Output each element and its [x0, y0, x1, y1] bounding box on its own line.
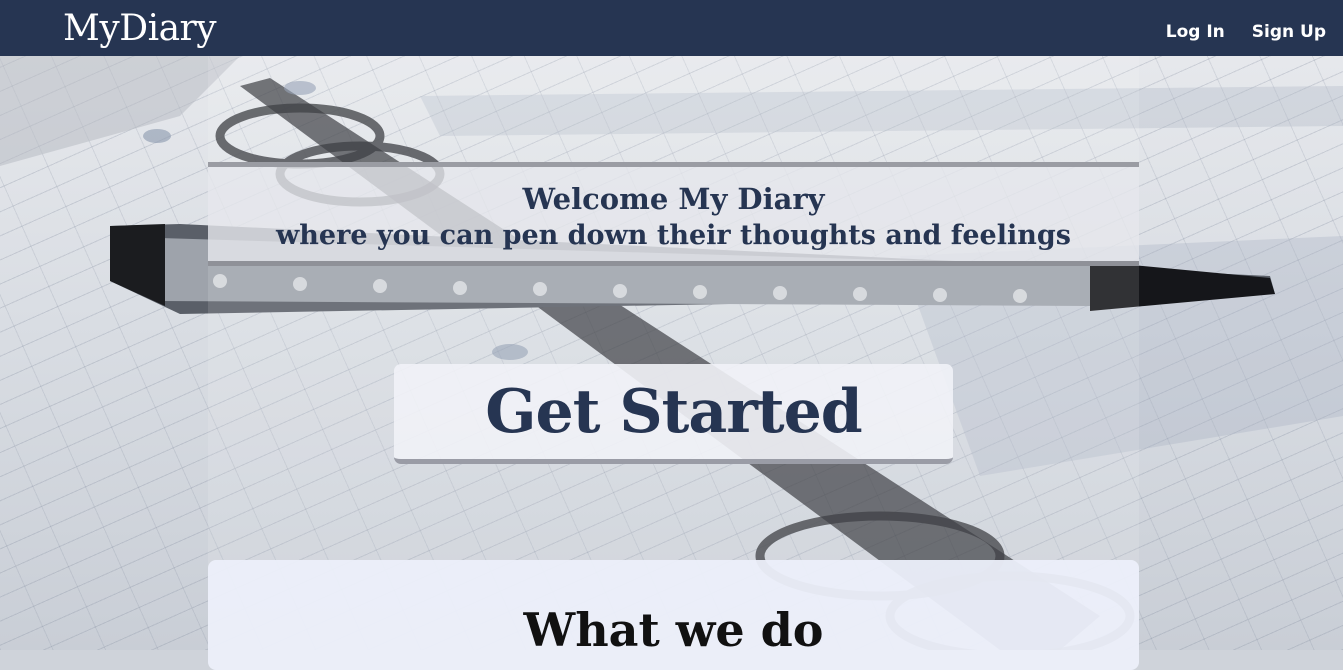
- welcome-title: Welcome My Diary: [522, 182, 825, 216]
- get-started-button[interactable]: Get Started: [394, 364, 953, 464]
- get-started-label: Get Started: [485, 376, 862, 447]
- welcome-subtitle: where you can pen down their thoughts an…: [276, 220, 1071, 251]
- nav-links: Log In Sign Up: [1166, 20, 1326, 44]
- top-navbar: MyDiary Log In Sign Up: [0, 0, 1343, 56]
- signup-link[interactable]: Sign Up: [1252, 20, 1326, 44]
- brand-logo[interactable]: MyDiary: [63, 7, 217, 51]
- welcome-banner: Welcome My Diary where you can pen down …: [208, 162, 1139, 266]
- what-we-do-section: What we do: [208, 560, 1139, 670]
- login-link[interactable]: Log In: [1166, 20, 1225, 44]
